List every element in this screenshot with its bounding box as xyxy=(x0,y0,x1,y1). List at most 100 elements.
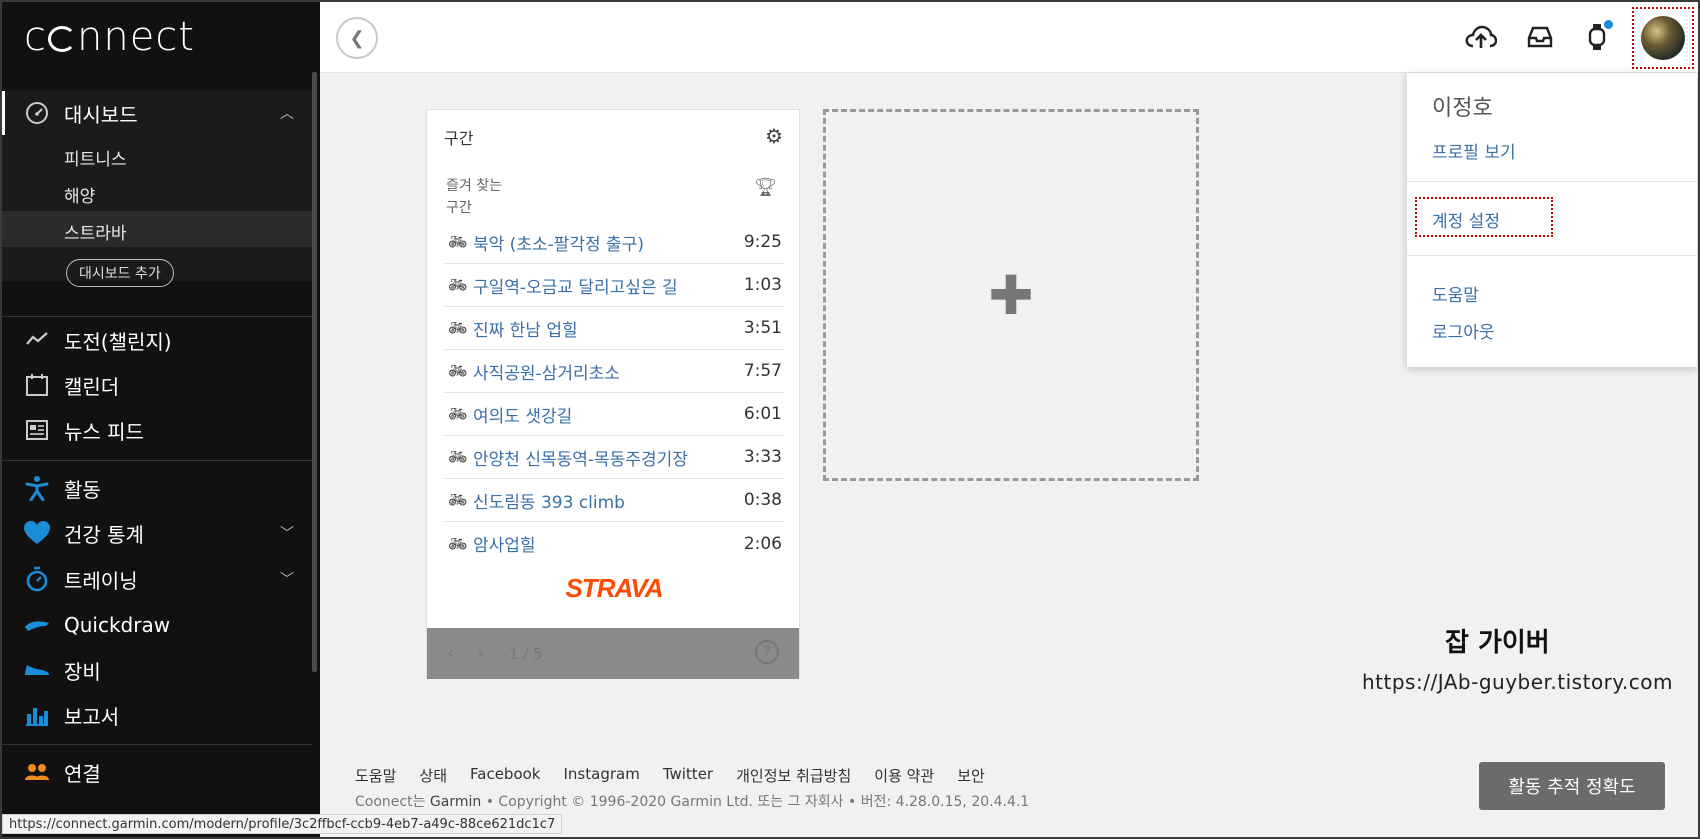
segment-time: 2:06 xyxy=(743,533,782,554)
gear-icon[interactable]: ⚙ xyxy=(765,124,783,148)
list-item[interactable]: 🚲︎ 사직공원-삼거리초소 7:57 xyxy=(444,350,784,393)
copyright-brand[interactable]: Garmin xyxy=(430,794,481,810)
inbox-button[interactable] xyxy=(1523,22,1557,52)
chevron-right-icon[interactable]: › xyxy=(477,643,484,664)
sidebar-item-label: 활동 xyxy=(64,477,101,502)
segment-link[interactable]: 구일역-오금교 달리고싶은 길 xyxy=(473,273,678,298)
footer-link-instagram[interactable]: Instagram xyxy=(564,765,640,786)
account-settings-link[interactable]: 계정 설정 xyxy=(1432,207,1500,232)
footer-link-twitter[interactable]: Twitter xyxy=(663,765,713,786)
help-link[interactable]: 도움말 xyxy=(1432,281,1479,306)
list-item[interactable]: 🚲︎ 구일역-오금교 달리고싶은 길 1:03 xyxy=(444,264,784,307)
add-widget-placeholder[interactable]: ✚ xyxy=(823,109,1199,481)
segment-link[interactable]: 북악 (초소-팔각정 출구) xyxy=(473,230,644,255)
back-button[interactable]: ❮ xyxy=(336,17,378,59)
plus-icon: ✚ xyxy=(988,263,1034,327)
connect-logo[interactable]: c nnect xyxy=(24,14,195,60)
segment-time: 9:25 xyxy=(743,232,782,252)
user-name: 이정호 xyxy=(1432,96,1493,121)
notification-dot xyxy=(1604,20,1613,29)
segment-time: 7:57 xyxy=(743,361,782,381)
sidebar-item-challenges[interactable]: 도전(챌린지) xyxy=(2,318,312,362)
list-item[interactable]: 🚲︎ 안양천 신목동역-목동주경기장 3:33 xyxy=(444,436,784,479)
avatar-button[interactable] xyxy=(1632,7,1694,69)
sidebar-sub-marine[interactable]: 해양 xyxy=(64,182,95,207)
segment-link[interactable]: 진짜 한남 업힐 xyxy=(473,316,578,341)
footer-link-privacy[interactable]: 개인정보 취급방침 xyxy=(736,765,851,786)
sidebar-item-gear[interactable]: 장비 xyxy=(2,648,312,692)
sidebar-item-label: 도전(챌린지) xyxy=(64,329,172,354)
help-icon[interactable]: ? xyxy=(755,640,779,664)
activity-icon xyxy=(24,475,50,501)
list-item[interactable]: 🚲︎ 신도림동 393 climb 0:38 xyxy=(444,479,784,522)
sidebar-item-label: 트레이닝 xyxy=(64,568,138,593)
segment-link[interactable]: 여의도 샛강길 xyxy=(473,402,572,427)
list-item[interactable]: 🚲︎ 여의도 샛강길 6:01 xyxy=(444,393,784,436)
sidebar-sub-fitness[interactable]: 피트니스 xyxy=(64,145,127,170)
sidebar-item-dashboard[interactable]: 대시보드 ︿ xyxy=(2,91,312,135)
footer-link-terms[interactable]: 이용 약관 xyxy=(874,765,934,786)
sidebar-item-calendar[interactable]: 캘린더 xyxy=(2,363,312,407)
strava-logo: STRAVA xyxy=(565,573,663,603)
list-item[interactable]: 🚲︎ 북악 (초소-팔각정 출구) 9:25 xyxy=(444,221,784,264)
bike-icon: 🚲︎ xyxy=(448,448,468,466)
avatar xyxy=(1641,16,1685,60)
footer-links: 도움말 상태 Facebook Instagram Twitter 개인정보 취… xyxy=(355,765,1008,786)
sidebar-sub-strava[interactable]: 스트라바 xyxy=(64,219,127,244)
bike-icon: 🚲︎ xyxy=(448,362,468,380)
sidebar-item-label: 건강 통계 xyxy=(64,522,144,547)
sidebar-item-label: 뉴스 피드 xyxy=(64,419,144,444)
bike-icon: 🚲︎ xyxy=(448,233,468,251)
view-profile-link[interactable]: 프로필 보기 xyxy=(1432,138,1516,163)
add-dashboard-button[interactable]: 대시보드 추가 xyxy=(66,259,174,287)
heart-icon xyxy=(24,520,50,546)
device-button[interactable] xyxy=(1580,20,1614,52)
activity-accuracy-button[interactable]: 활동 추적 정확도 xyxy=(1479,762,1665,810)
sidebar-item-news-feed[interactable]: 뉴스 피드 xyxy=(2,408,312,452)
sidebar-item-training[interactable]: 트레이닝 ﹀ xyxy=(2,557,312,601)
status-url: https://connect.garmin.com/modern/profil… xyxy=(2,814,563,834)
chevron-up-icon[interactable]: ︿ xyxy=(280,103,294,123)
bike-icon: 🚲︎ xyxy=(448,405,468,423)
chevron-left-icon[interactable]: ‹ xyxy=(447,643,454,664)
bike-icon: 🚲︎ xyxy=(448,534,468,553)
sidebar-item-health-stats[interactable]: 건강 통계 ﹀ xyxy=(2,511,312,555)
cloud-upload-icon xyxy=(1465,25,1497,48)
footer-link-security[interactable]: 보안 xyxy=(957,765,985,786)
copyright-suffix: • Copyright © 1996-2020 Garmin Ltd. 또는 그… xyxy=(485,794,1030,810)
footer-link-facebook[interactable]: Facebook xyxy=(470,765,540,786)
copyright-text: Coonect는 Garmin • Copyright © 1996-2020 … xyxy=(355,791,1029,811)
sidebar-item-label: 보고서 xyxy=(64,704,120,729)
footer-link-help[interactable]: 도움말 xyxy=(355,765,396,786)
segment-link[interactable]: 사직공원-삼거리초소 xyxy=(473,359,620,384)
gauge-icon xyxy=(24,100,50,126)
segment-link[interactable]: 신도림동 393 climb xyxy=(473,488,625,513)
segment-link[interactable]: 안양천 신목동역-목동주경기장 xyxy=(473,445,688,470)
sidebar: c nnect 대시보드 ︿ 피트니스 해양 스트라바 대시보드 추가 도전(챌린… xyxy=(2,2,320,837)
sidebar-item-activities[interactable]: 활동 xyxy=(2,466,312,510)
dropdown-divider xyxy=(1407,181,1697,182)
logout-link[interactable]: 로그아웃 xyxy=(1432,318,1495,343)
upload-button[interactable] xyxy=(1464,22,1498,52)
footer-link-status[interactable]: 상태 xyxy=(419,765,447,786)
inbox-icon xyxy=(1527,26,1553,48)
list-item[interactable]: 🚲︎ 암사업힐 2:06 xyxy=(444,522,784,565)
sidebar-scrollbar[interactable] xyxy=(312,72,317,672)
calendar-icon xyxy=(24,372,50,398)
sidebar-item-reports[interactable]: 보고서 xyxy=(2,693,312,737)
sidebar-item-label: 캘린더 xyxy=(64,374,120,399)
segment-time: 3:51 xyxy=(743,318,782,338)
list-item[interactable]: 🚲︎ 진짜 한남 업힐 3:51 xyxy=(444,307,784,350)
bike-icon: 🚲︎ xyxy=(448,276,468,294)
segment-time: 1:03 xyxy=(743,275,782,295)
sidebar-item-quickdraw[interactable]: Quickdraw xyxy=(2,603,312,647)
sidebar-item-connections[interactable]: 연결 xyxy=(2,750,312,794)
stopwatch-icon xyxy=(24,566,50,592)
chevron-down-icon[interactable]: ﹀ xyxy=(280,523,294,543)
segment-link[interactable]: 암사업힐 xyxy=(473,531,536,556)
sidebar-item-label: 장비 xyxy=(64,659,101,684)
bike-icon: 🚲︎ xyxy=(448,491,468,509)
chevron-down-icon[interactable]: ﹀ xyxy=(280,569,294,589)
sidebar-item-label: 연결 xyxy=(64,761,101,786)
sidebar-divider xyxy=(2,316,312,317)
